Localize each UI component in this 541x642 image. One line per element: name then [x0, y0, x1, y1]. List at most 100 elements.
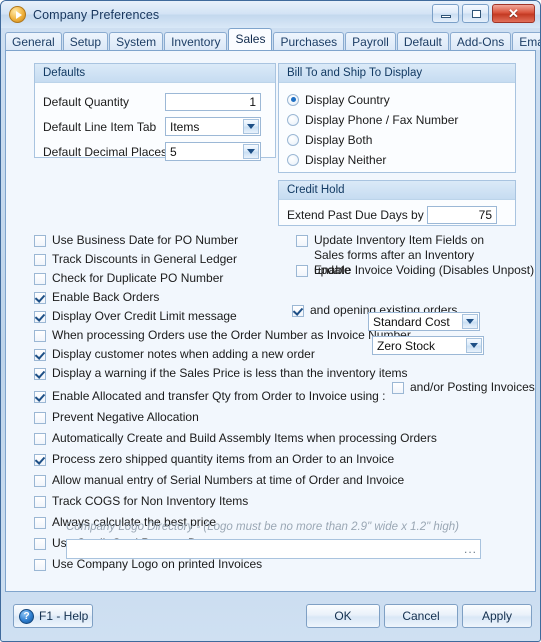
- company-logo-directory-field[interactable]: ...: [66, 539, 481, 559]
- checkbox-label: Display customer notes when adding a new…: [52, 347, 315, 361]
- ok-button[interactable]: OK: [306, 604, 380, 628]
- ok-button-label: OK: [334, 609, 352, 623]
- checkbox-label: Display a warning if the Sales Price is …: [52, 366, 408, 380]
- default-line-item-tab-row: Default Line Item Tab Items: [43, 116, 267, 137]
- chevron-down-icon: [462, 314, 478, 329]
- checkbox-enable-allocated-and-transfer-qty-from-order-t[interactable]: Enable Allocated and transfer Qty from O…: [34, 389, 386, 404]
- radio-display-neither[interactable]: Display Neither: [287, 150, 507, 169]
- company-logo-directory-note: Company Logo Directory - (Logo must be n…: [66, 521, 459, 533]
- cancel-button[interactable]: Cancel: [384, 604, 458, 628]
- chevron-down-icon: [243, 119, 259, 134]
- tab-sales[interactable]: Sales: [228, 28, 273, 50]
- tab-purchases[interactable]: Purchases: [273, 32, 345, 50]
- tab-inventory[interactable]: Inventory: [164, 32, 228, 50]
- tab-strip: General Setup System Inventory Sales Purchase…: [5, 28, 540, 50]
- checkbox-box: [34, 349, 46, 361]
- checkbox-box: [34, 559, 46, 571]
- checkbox-use-business-date-for-po-number[interactable]: Use Business Date for PO Number: [34, 233, 238, 248]
- checkbox-display-customer-notes-when-adding-a-new-order[interactable]: Display customer notes when adding a new…: [34, 347, 315, 362]
- default-line-item-tab-label: Default Line Item Tab: [43, 119, 157, 134]
- default-decimal-places-select[interactable]: 5: [165, 142, 261, 161]
- checkbox-box: [292, 305, 304, 317]
- checkbox-label: and/or Posting Invoices: [410, 380, 535, 394]
- checkbox-automatically-create-and-build-assembly-items[interactable]: Automatically Create and Build Assembly …: [34, 431, 437, 446]
- radio-label: Display Both: [305, 132, 373, 147]
- browse-button[interactable]: ...: [464, 542, 477, 556]
- close-button[interactable]: ✕: [492, 4, 535, 23]
- checkbox-posting-invoices[interactable]: and/or Posting Invoices: [392, 380, 535, 395]
- bill-ship-display-title: Bill To and Ship To Display: [279, 64, 515, 83]
- radio-display-phone-fax-number[interactable]: Display Phone / Fax Number: [287, 110, 507, 129]
- checkbox-label: When processing Orders use the Order Num…: [52, 328, 411, 342]
- checkbox-track-cogs-for-non-inventory-items[interactable]: Track COGS for Non Inventory Items: [34, 494, 248, 509]
- apply-button[interactable]: Apply: [462, 604, 532, 628]
- credit-hold-title: Credit Hold: [279, 181, 515, 200]
- checkbox-label: Display Over Credit Limit message: [52, 309, 237, 323]
- tab-default[interactable]: Default: [396, 32, 449, 50]
- tab-payroll[interactable]: Payroll: [345, 32, 396, 50]
- chevron-down-icon: [466, 338, 482, 353]
- checkbox-box: [296, 265, 308, 277]
- tab-setup[interactable]: Setup: [62, 32, 109, 50]
- checkbox-enable-back-orders[interactable]: Enable Back Orders: [34, 290, 159, 305]
- radio-label: Display Phone / Fax Number: [305, 112, 459, 127]
- extend-past-due-input[interactable]: [427, 205, 497, 224]
- checkbox-prevent-negative-allocation[interactable]: Prevent Negative Allocation: [34, 410, 199, 425]
- extend-past-due-row: Extend Past Due Days by: [287, 204, 507, 225]
- radio-label: Display Neither: [305, 152, 387, 167]
- checkbox-when-processing-orders-use-the-order-number-as[interactable]: When processing Orders use the Order Num…: [34, 328, 411, 343]
- default-line-item-tab-select[interactable]: Items: [165, 117, 261, 136]
- default-quantity-row: Default Quantity: [43, 91, 267, 112]
- checkbox-box: [34, 433, 46, 445]
- window-controls: ✕: [432, 4, 535, 23]
- checkbox-label: Enable Invoice Voiding (Disables Unpost): [314, 263, 535, 277]
- checkbox-box: [34, 311, 46, 323]
- maximize-icon: [472, 10, 481, 18]
- checkbox-label: Process zero shipped quantity items from…: [52, 452, 395, 466]
- tab-general[interactable]: General: [5, 32, 62, 50]
- checkbox-box: [34, 517, 46, 529]
- checkbox-label: Use Company Logo on printed Invoices: [52, 557, 263, 571]
- checkbox-use-company-logo-on-printed-invoices[interactable]: Use Company Logo on printed Invoices: [34, 557, 262, 572]
- defaults-group: Defaults Default Quantity Default Line I…: [34, 63, 276, 161]
- help-button-label: F1 - Help: [39, 609, 89, 623]
- sales-price-basis-select[interactable]: Standard Cost: [368, 312, 480, 331]
- help-icon: ?: [19, 608, 34, 624]
- radio-button: [287, 113, 299, 126]
- allocated-transfer-basis-value: Zero Stock: [377, 338, 436, 353]
- checkbox-box: [34, 368, 46, 380]
- checkbox-enable-invoice-voiding[interactable]: Enable Invoice Voiding (Disables Unpost): [296, 263, 534, 278]
- checkbox-box: [34, 292, 46, 304]
- allocated-transfer-basis-select[interactable]: Zero Stock: [372, 336, 484, 355]
- credit-hold-group: Credit Hold Extend Past Due Days by: [278, 180, 516, 226]
- dialog-footer: ? F1 - Help OK Cancel Apply: [1, 592, 540, 641]
- radio-label: Display Country: [305, 92, 390, 107]
- tab-add-ons[interactable]: Add-Ons: [449, 32, 512, 50]
- radio-display-country[interactable]: Display Country: [287, 90, 507, 109]
- checkbox-track-discounts-in-general-ledger[interactable]: Track Discounts in General Ledger: [34, 252, 237, 267]
- checkbox-label: Track Discounts in General Ledger: [52, 252, 237, 266]
- default-line-item-tab-value: Items: [170, 119, 200, 134]
- minimize-button[interactable]: [432, 4, 459, 23]
- checkbox-process-zero-shipped-quantity-items-from-an-or[interactable]: Process zero shipped quantity items from…: [34, 452, 394, 467]
- default-quantity-input[interactable]: [165, 92, 261, 111]
- checkbox-label: Enable Allocated and transfer Qty from O…: [52, 389, 386, 403]
- apply-button-label: Apply: [481, 609, 513, 623]
- tab-email-setup[interactable]: Email Setup: [512, 32, 540, 50]
- checkbox-label: Track COGS for Non Inventory Items: [52, 494, 249, 508]
- maximize-button[interactable]: [462, 4, 489, 23]
- help-button[interactable]: ? F1 - Help: [13, 604, 93, 628]
- bill-ship-display-group: Bill To and Ship To Display Display Coun…: [278, 63, 516, 173]
- default-quantity-label: Default Quantity: [43, 94, 130, 109]
- checkbox-display-over-credit-limit-message[interactable]: Display Over Credit Limit message: [34, 309, 237, 324]
- checkbox-box: [34, 412, 46, 424]
- checkbox-display-a-warning-if-the-sales-price-is-less-t[interactable]: Display a warning if the Sales Price is …: [34, 366, 408, 381]
- radio-button: [287, 93, 299, 106]
- checkbox-allow-manual-entry-of-serial-numbers-at-time-o[interactable]: Allow manual entry of Serial Numbers at …: [34, 473, 404, 488]
- radio-display-both[interactable]: Display Both: [287, 130, 507, 149]
- cancel-button-label: Cancel: [402, 609, 440, 623]
- company-preferences-window: Company Preferences ✕ General Setup System…: [0, 0, 541, 642]
- tab-system[interactable]: System: [109, 32, 164, 50]
- checkbox-check-for-duplicate-po-number[interactable]: Check for Duplicate PO Number: [34, 271, 223, 286]
- checkbox-box: [34, 254, 46, 266]
